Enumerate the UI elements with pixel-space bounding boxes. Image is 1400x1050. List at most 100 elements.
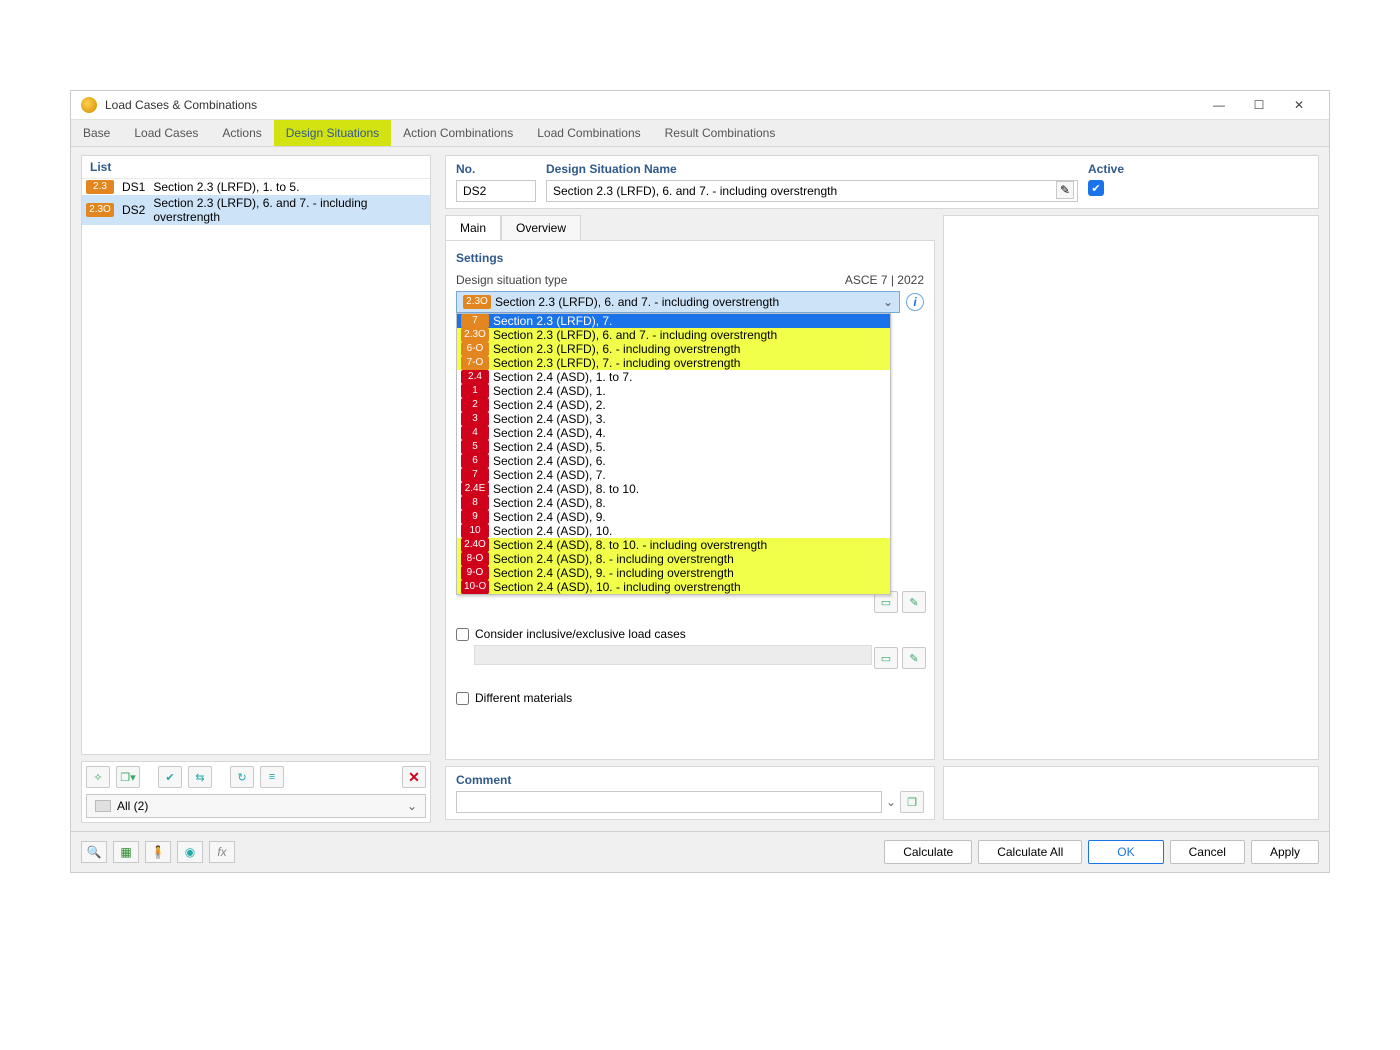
table-icon[interactable]: ▦ [113,841,139,863]
dropdown-option[interactable]: 6Section 2.4 (ASD), 6. [457,454,890,468]
comment-input[interactable] [456,791,882,813]
option-text: Section 2.4 (ASD), 10. [493,524,612,538]
close-button[interactable]: ✕ [1279,98,1319,112]
materials-checkbox[interactable] [456,692,469,705]
function-icon[interactable]: fx [209,841,235,863]
new-small-icon-2[interactable]: ▭ [874,647,898,669]
delete-icon[interactable]: ✕ [402,766,426,788]
type-label: Design situation type [456,273,567,287]
option-text: Section 2.3 (LRFD), 6. - including overs… [493,342,740,356]
option-badge: 2.4O [461,538,489,552]
right-panel: No. Design Situation Name ✎ Active ✔ Mai… [445,155,1319,823]
dropdown-option[interactable]: 3Section 2.4 (ASD), 3. [457,412,890,426]
filter-color-icon [95,800,111,812]
new-icon[interactable]: ✧ [86,766,110,788]
cancel-button[interactable]: Cancel [1170,840,1245,864]
edit-small-icon[interactable]: ✎ [902,591,926,613]
list-badge: 2.3 [86,180,114,194]
settings-panel: Settings Design situation type ASCE 7 | … [445,240,935,760]
calculate-button[interactable]: Calculate [884,840,972,864]
dropdown-option[interactable]: 4Section 2.4 (ASD), 4. [457,426,890,440]
name-input[interactable] [546,180,1078,202]
comment-panel: Comment ⌄ ❐ [445,766,935,820]
name-label: Design Situation Name [546,162,1078,176]
option-badge: 3 [461,412,489,426]
option-badge: 2 [461,398,489,412]
chevron-down-icon[interactable]: ⌄ [886,795,896,809]
view-icon[interactable]: ◉ [177,841,203,863]
search-icon[interactable]: 🔍 [81,841,107,863]
subtab-main[interactable]: Main [445,215,501,240]
consider-field [474,645,872,665]
list-ds: DS1 [122,180,145,194]
calculate-all-button[interactable]: Calculate All [978,840,1082,864]
list-name: Section 2.3 (LRFD), 6. and 7. - includin… [153,196,426,224]
tab-actions[interactable]: Actions [210,120,273,146]
edit-name-icon[interactable]: ✎ [1056,181,1074,199]
dropdown-option[interactable]: 2.4ESection 2.4 (ASD), 8. to 10. [457,482,890,496]
minimize-button[interactable]: — [1199,98,1239,112]
dropdown-option[interactable]: 5Section 2.4 (ASD), 5. [457,440,890,454]
consider-label: Consider inclusive/exclusive load cases [475,627,686,641]
list-item[interactable]: 2.3DS1Section 2.3 (LRFD), 1. to 5. [82,179,430,195]
dropdown-option[interactable]: 10 Section 2.4 (ASD), 10. [457,524,890,538]
type-dropdown-row: 2.3O Section 2.3 (LRFD), 6. and 7. - inc… [456,291,924,313]
filter-dropdown[interactable]: All (2) ⌄ [86,794,426,818]
apply-button[interactable]: Apply [1251,840,1319,864]
tab-load-cases[interactable]: Load Cases [122,120,210,146]
dropdown-option[interactable]: 9-OSection 2.4 (ASD), 9. - including ove… [457,566,890,580]
preview-panel-2 [943,766,1319,820]
list-item[interactable]: 2.3ODS2Section 2.3 (LRFD), 6. and 7. - i… [82,195,430,225]
dialog-window: Load Cases & Combinations — ☐ ✕ BaseLoad… [70,90,1330,873]
dropdown-option[interactable]: 7Section 2.4 (ASD), 7. [457,468,890,482]
option-text: Section 2.4 (ASD), 8. [493,496,606,510]
tab-action-combinations[interactable]: Action Combinations [391,120,525,146]
dropdown-option[interactable]: 6-OSection 2.3 (LRFD), 6. - including ov… [457,342,890,356]
refresh-icon[interactable]: ↻ [230,766,254,788]
option-badge: 9-O [461,566,489,580]
copy-icon[interactable]: ❐▾ [116,766,140,788]
comment-browse-icon[interactable]: ❐ [900,791,924,813]
comment-row: Comment ⌄ ❐ [445,766,1319,820]
active-checkbox[interactable]: ✔ [1088,180,1104,196]
check-icon[interactable]: ✔ [158,766,182,788]
swap-icon[interactable]: ⇆ [188,766,212,788]
sort-icon[interactable]: ≡ [260,766,284,788]
list-body[interactable]: 2.3DS1Section 2.3 (LRFD), 1. to 5.2.3ODS… [82,179,430,754]
dropdown-option[interactable]: 2.3OSection 2.3 (LRFD), 6. and 7. - incl… [457,328,890,342]
tab-base[interactable]: Base [71,120,122,146]
dropdown-option[interactable]: 2.4OSection 2.4 (ASD), 8. to 10. - inclu… [457,538,890,552]
consider-checkbox[interactable] [456,628,469,641]
option-badge: 5 [461,440,489,454]
edit-small-icon-2[interactable]: ✎ [902,647,926,669]
dropdown-option[interactable]: 8Section 2.4 (ASD), 8. [457,496,890,510]
model-icon[interactable]: 🧍 [145,841,171,863]
dropdown-option[interactable]: 10-OSection 2.4 (ASD), 10. - including o… [457,580,890,594]
option-badge: 10 [461,524,489,538]
option-text: Section 2.3 (LRFD), 7. - including overs… [493,356,740,370]
option-badge: 9 [461,510,489,524]
dropdown-option[interactable]: 7-OSection 2.3 (LRFD), 7. - including ov… [457,356,890,370]
dropdown-option[interactable]: 7Section 2.3 (LRFD), 7. [457,314,890,328]
subtab-overview[interactable]: Overview [501,215,581,240]
tab-load-combinations[interactable]: Load Combinations [525,120,652,146]
maximize-button[interactable]: ☐ [1239,98,1279,112]
type-dropdown-list[interactable]: 7Section 2.3 (LRFD), 7.2.3OSection 2.3 (… [456,313,891,595]
info-icon[interactable]: i [906,293,924,311]
ok-button[interactable]: OK [1088,840,1163,864]
dropdown-option[interactable]: 8-OSection 2.4 (ASD), 8. - including ove… [457,552,890,566]
dropdown-option[interactable]: 9Section 2.4 (ASD), 9. [457,510,890,524]
tab-design-situations[interactable]: Design Situations [274,120,391,146]
no-input[interactable] [456,180,536,202]
type-dropdown[interactable]: 2.3O Section 2.3 (LRFD), 6. and 7. - inc… [456,291,900,313]
dropdown-option[interactable]: 2Section 2.4 (ASD), 2. [457,398,890,412]
tab-result-combinations[interactable]: Result Combinations [653,120,788,146]
type-selected-text: Section 2.3 (LRFD), 6. and 7. - includin… [495,295,779,309]
option-text: Section 2.4 (ASD), 10. - including overs… [493,580,740,594]
option-badge: 7 [461,468,489,482]
detail-header: No. Design Situation Name ✎ Active ✔ [445,155,1319,209]
preview-panel [943,215,1319,760]
dropdown-option[interactable]: 2.4Section 2.4 (ASD), 1. to 7. [457,370,890,384]
app-icon [81,97,97,113]
dropdown-option[interactable]: 1Section 2.4 (ASD), 1. [457,384,890,398]
